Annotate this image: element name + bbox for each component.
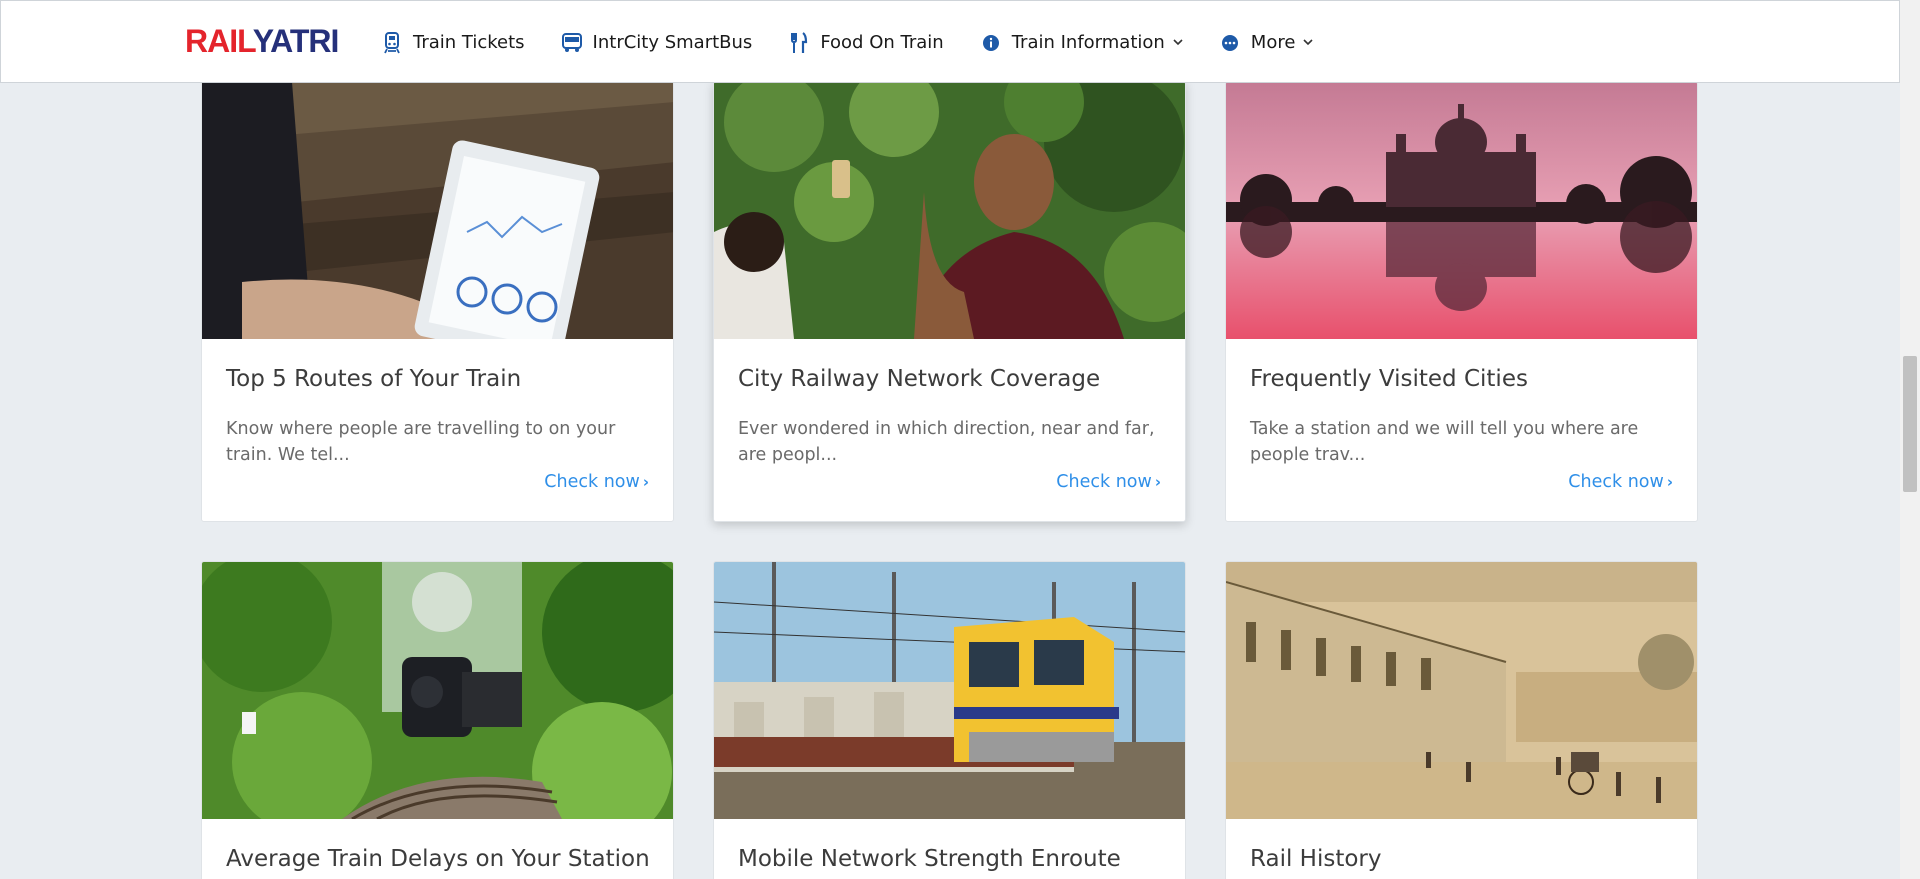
- card-title: Rail History: [1250, 846, 1382, 872]
- card-top-routes[interactable]: Top 5 Routes of Your Train Know where pe…: [201, 81, 674, 522]
- card-title: Frequently Visited Cities: [1250, 366, 1528, 392]
- nav-train-information[interactable]: Train Information: [980, 32, 1183, 54]
- nav-train-tickets[interactable]: Train Tickets: [381, 31, 525, 54]
- card-title: Top 5 Routes of Your Train: [226, 366, 522, 392]
- train-icon: [381, 31, 403, 54]
- nav-more[interactable]: More: [1219, 32, 1314, 54]
- mumbai-local-train-photo: [714, 562, 1185, 819]
- check-now-link[interactable]: Check now ›: [544, 472, 649, 492]
- card-title: City Railway Network Coverage: [738, 366, 1101, 392]
- steam-train-forest-photo: [202, 562, 673, 819]
- card-title: Average Train Delays on Your Station: [226, 846, 650, 872]
- nav-label: IntrCity SmartBus: [592, 32, 753, 53]
- check-now-link[interactable]: Check now ›: [1568, 472, 1673, 492]
- card-description: Ever wondered in which direction, near a…: [738, 419, 1155, 465]
- card-frequently-visited-cities[interactable]: Frequently Visited Cities Take a station…: [1225, 81, 1698, 522]
- check-now-label: Check now: [1056, 472, 1152, 492]
- chevron-down-icon: [1173, 38, 1183, 48]
- chevron-right-icon: ›: [642, 473, 649, 491]
- bus-icon: [561, 32, 583, 54]
- check-now-label: Check now: [544, 472, 640, 492]
- check-now-label: Check now: [1568, 472, 1664, 492]
- card-description: Take a station and we will tell you wher…: [1250, 419, 1639, 465]
- fork-knife-icon: [788, 31, 810, 54]
- card-city-railway-network[interactable]: City Railway Network Coverage Ever wonde…: [713, 81, 1186, 522]
- nav-label: More: [1250, 32, 1296, 53]
- check-now-link[interactable]: Check now ›: [1056, 472, 1161, 492]
- card-title: Mobile Network Strength Enroute: [738, 846, 1121, 872]
- historic-railway-street-sketch: [1226, 562, 1697, 819]
- nav-label: Food On Train: [820, 32, 944, 53]
- card-mobile-network-strength[interactable]: Mobile Network Strength Enroute: [713, 561, 1186, 879]
- chevron-right-icon: ›: [1666, 473, 1673, 491]
- card-description: Know where people are travelling to on y…: [226, 419, 616, 465]
- main-nav: Train Tickets IntrCity SmartBus Food On …: [381, 1, 1349, 84]
- chevron-down-icon: [1303, 38, 1313, 48]
- more-dots-icon: [1219, 32, 1241, 54]
- monk-with-phone-photo: [714, 82, 1185, 339]
- nav-label: Train Information: [1011, 32, 1165, 53]
- card-rail-history[interactable]: Rail History: [1225, 561, 1698, 879]
- nav-label: Train Tickets: [413, 32, 525, 53]
- info-icon: [980, 32, 1002, 54]
- railyatri-logo[interactable]: RAILYATRI: [185, 23, 340, 59]
- card-average-train-delays[interactable]: Average Train Delays on Your Station: [201, 561, 674, 879]
- chevron-right-icon: ›: [1154, 473, 1161, 491]
- scrollbar-thumb[interactable]: [1903, 356, 1917, 492]
- nav-intrcity-smartbus[interactable]: IntrCity SmartBus: [561, 32, 753, 54]
- top-header: RAILYATRI Train Tickets IntrCity SmartBu…: [0, 0, 1900, 83]
- nav-food-on-train[interactable]: Food On Train: [788, 31, 944, 54]
- tablet-with-charts-photo: [202, 82, 673, 339]
- victoria-memorial-photo: [1226, 82, 1697, 339]
- logo-text-yatri: YATRI: [252, 23, 340, 59]
- logo-text-rail: RAIL: [185, 23, 254, 59]
